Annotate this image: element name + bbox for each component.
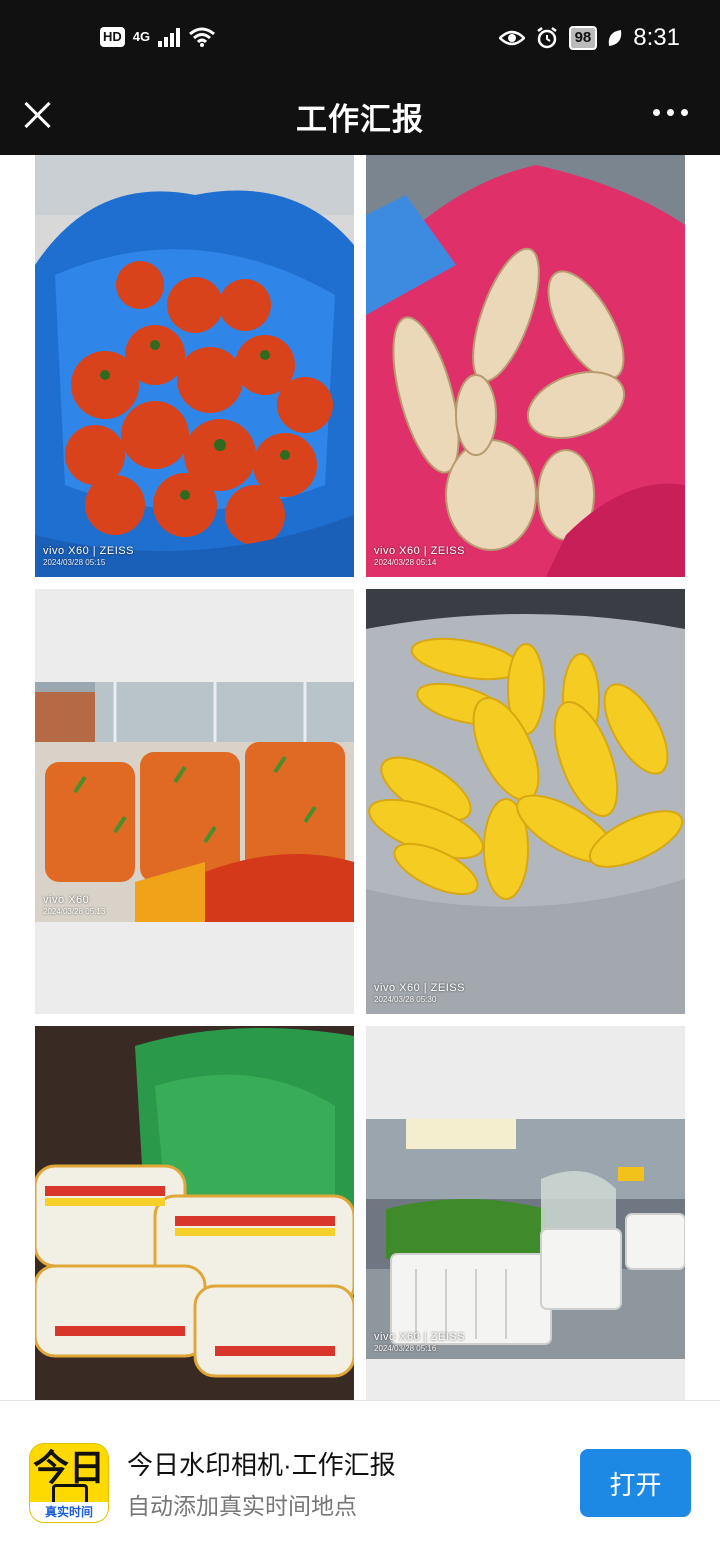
corn-image (366, 589, 685, 1014)
photo-watermark: vivo X60 | ZEISS 2024/03/28 05:30 (374, 982, 465, 1004)
photo-watermark: vivo X60 2024/03/28 05:13 (43, 894, 106, 916)
clock: 8:31 (633, 24, 680, 51)
banner-title: 今日水印相机·工作汇报 (127, 1450, 396, 1480)
app-promo-banner[interactable]: 今日 真实时间 今日水印相机·工作汇报 自动添加真实时间地点 打开 (0, 1400, 720, 1561)
status-bar: HD 4G 98 8:31 (0, 0, 720, 80)
banner-subtitle: 自动添加真实时间地点 (127, 1493, 357, 1519)
signal-icon (158, 27, 181, 47)
photo-watermark: vivo X60 | ZEISS 2024/03/28 05:15 (43, 545, 134, 567)
more-options-icon[interactable] (653, 109, 688, 116)
photo-napa-cabbage[interactable] (35, 1026, 354, 1400)
photo-greens-baskets[interactable]: vivo X60 | ZEISS 2024/03/28 05:16 (366, 1026, 685, 1400)
lotus-root-image (366, 155, 685, 577)
cabbage-image (35, 1026, 354, 1400)
hd-badge: HD (100, 27, 125, 47)
open-app-button[interactable]: 打开 (580, 1449, 691, 1517)
photo-corn[interactable]: vivo X60 | ZEISS 2024/03/28 05:30 (366, 589, 685, 1014)
eye-icon (498, 30, 525, 46)
alarm-icon (536, 27, 557, 49)
wifi-icon (189, 27, 216, 47)
greens-image (366, 1119, 685, 1359)
battery-indicator: 98 (568, 26, 598, 50)
top-bar: HD 4G 98 8:31 工作汇报 (0, 0, 720, 155)
photo-lotus-root[interactable]: vivo X60 | ZEISS 2024/03/28 05:14 (366, 155, 685, 577)
page-title: 工作汇报 (296, 102, 424, 137)
tomatoes-image (35, 155, 354, 577)
photo-tomatoes[interactable]: vivo X60 | ZEISS 2024/03/28 05:15 (35, 155, 354, 577)
photo-watermark: vivo X60 | ZEISS 2024/03/28 05:16 (374, 1331, 465, 1353)
nav-bar: 工作汇报 (0, 80, 720, 155)
carrots-image (35, 682, 354, 922)
app-logo: 今日 真实时间 (30, 1444, 108, 1522)
photo-carrots[interactable]: vivo X60 2024/03/28 05:13 (35, 589, 354, 1014)
photo-watermark: vivo X60 | ZEISS 2024/03/28 05:14 (374, 545, 465, 567)
network-type: 4G (132, 29, 151, 44)
leaf-icon (609, 30, 622, 46)
